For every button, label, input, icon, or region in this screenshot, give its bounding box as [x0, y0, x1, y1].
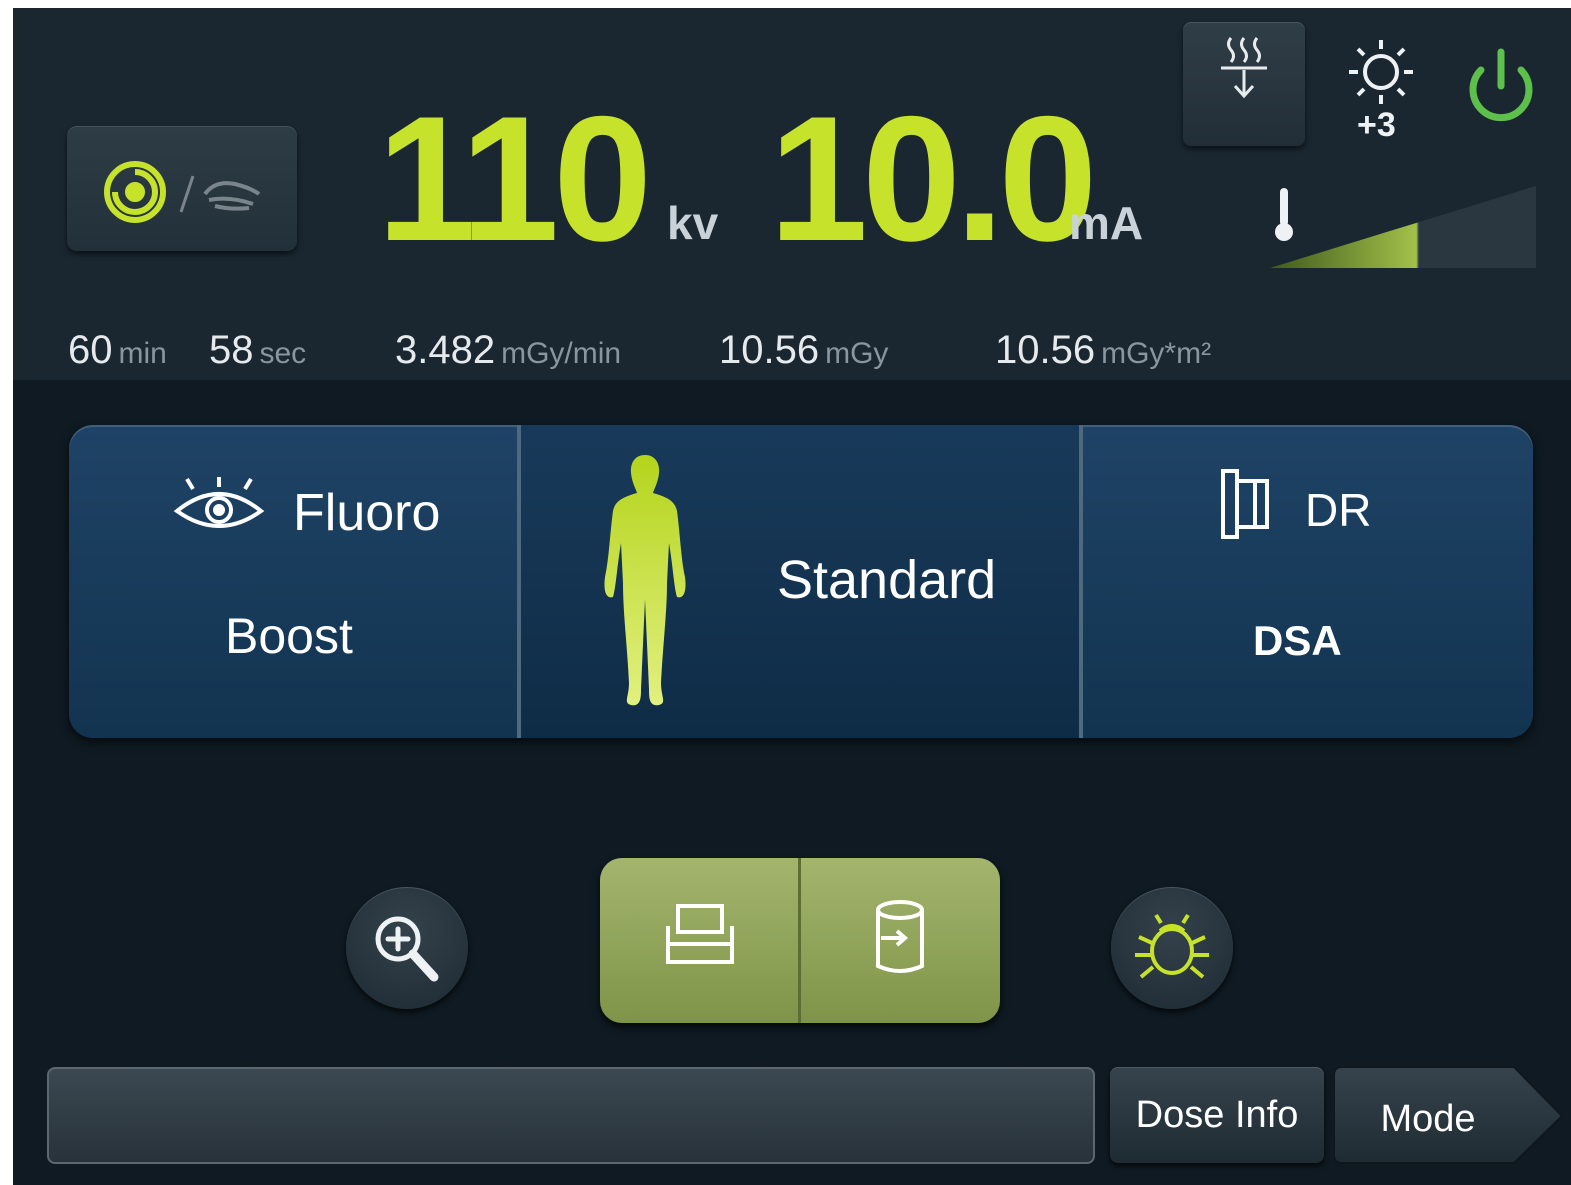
fluoro-time-minutes: 60 min [68, 328, 167, 373]
heat-arrow-icon [1221, 37, 1267, 99]
ma-unit: mA [1069, 197, 1144, 249]
dose-rate-unit: mGy/min [501, 337, 622, 370]
dr-label: DR [1305, 484, 1372, 536]
pulse-manual-icon [104, 161, 261, 223]
brightness-icon[interactable] [1343, 36, 1419, 112]
patient-body-icon [604, 455, 686, 706]
dr-mode: DSA [1253, 617, 1342, 664]
dose-info-button[interactable]: Dose Info [1110, 1067, 1324, 1163]
print-image-button[interactable] [600, 858, 798, 1023]
control-screen: 110 kv 10.0 mA +3 60 min 58 sec 3.482 mG… [13, 8, 1571, 1185]
eye-icon [173, 477, 265, 528]
fluoro-time-seconds: 58 sec [209, 328, 306, 373]
dose-info-label: Dose Info [1135, 1094, 1299, 1136]
fluoro-mode: Boost [225, 608, 353, 664]
kv-value: 110 [377, 79, 652, 278]
heat-dissipation-button[interactable] [1183, 22, 1305, 146]
dap-unit: mGy*m² [1101, 337, 1212, 370]
seconds-value: 58 [209, 328, 254, 372]
message-bar [47, 1067, 1095, 1164]
brightness-level: +3 [1357, 106, 1396, 144]
minutes-value: 60 [68, 328, 113, 372]
save-image-button[interactable] [801, 858, 1000, 1023]
tube-heat-gauge [1270, 186, 1536, 268]
patient-size-panel[interactable]: Standard [521, 425, 1079, 738]
detector-icon [1221, 469, 1269, 539]
dose-unit: mGy [825, 337, 889, 370]
dap-value: 10.56 [995, 328, 1096, 372]
exposure-mode-button[interactable] [67, 126, 297, 251]
minutes-unit: min [118, 337, 167, 370]
dose-area-product: 10.56 mGy*m² [995, 328, 1211, 373]
dose-value: 10.56 [719, 328, 820, 372]
mode-label: Mode [1380, 1098, 1475, 1140]
fluoro-label: Fluoro [293, 484, 441, 542]
power-icon[interactable] [1465, 46, 1537, 130]
seconds-unit: sec [259, 337, 307, 370]
dose-rate: 3.482 mGy/min [395, 328, 621, 373]
fluoro-panel[interactable]: Fluoro Boost [69, 425, 517, 738]
image-store-group [600, 858, 1000, 1023]
store-database-icon [876, 900, 924, 973]
mode-button[interactable]: Mode [1334, 1067, 1564, 1165]
cumulative-dose: 10.56 mGy [719, 328, 888, 373]
printer-icon [666, 904, 734, 964]
zoom-button[interactable] [346, 887, 468, 1009]
ma-value: 10.0 [769, 79, 1097, 278]
patient-size-label: Standard [777, 550, 997, 610]
bug-icon [1135, 913, 1209, 979]
service-button[interactable] [1111, 887, 1233, 1009]
dose-rate-value: 3.482 [395, 328, 496, 372]
mode-panels: Fluoro Boost Standard DR DSA [69, 425, 1533, 738]
zoom-in-icon [375, 916, 439, 982]
dr-panel[interactable]: DR DSA [1083, 425, 1533, 738]
kv-unit: kv [667, 197, 719, 249]
